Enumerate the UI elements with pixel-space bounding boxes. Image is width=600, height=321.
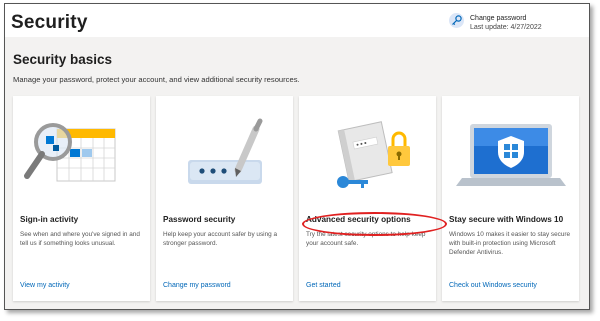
card-advanced-security-options: Advanced security options Try the latest… — [299, 96, 436, 301]
card-description: Try the latest security options to help … — [306, 231, 426, 247]
section-description: Manage your password, protect your accou… — [13, 75, 300, 84]
card-description: See when and where you've signed in and … — [20, 231, 140, 247]
change-my-password-link[interactable]: Change my password — [163, 282, 231, 289]
notebook-lock-key-icon — [299, 96, 436, 206]
key-icon[interactable] — [449, 13, 464, 28]
card-sign-in-activity: Sign-in activity See when and where you'… — [13, 96, 150, 301]
magnifier-calendar-icon — [13, 96, 150, 206]
password-pen-icon — [156, 96, 293, 206]
card-description: Help keep your account safer by using a … — [163, 231, 278, 247]
card-title: Password security — [163, 215, 236, 224]
card-stay-secure-windows-10: Stay secure with Windows 10 Windows 10 m… — [442, 96, 579, 301]
change-password-link[interactable]: Change password — [470, 15, 526, 22]
top-bar: Security Change password Last update: 4/… — [5, 4, 589, 37]
check-out-windows-security-link[interactable]: Check out Windows security — [449, 282, 537, 289]
card-title: Stay secure with Windows 10 — [449, 215, 564, 224]
section-title: Security basics — [13, 52, 113, 67]
laptop-shield-icon — [442, 96, 579, 206]
get-started-link[interactable]: Get started — [306, 282, 341, 289]
security-page: Security Change password Last update: 4/… — [4, 3, 590, 310]
card-password-security: Password security Help keep your account… — [156, 96, 293, 301]
last-update-text: Last update: 4/27/2022 — [470, 24, 542, 31]
card-description: Windows 10 makes it easier to stay secur… — [449, 231, 571, 256]
card-title: Advanced security options — [306, 215, 411, 224]
view-my-activity-link[interactable]: View my activity — [20, 282, 70, 289]
page-title: Security — [11, 12, 88, 33]
card-title: Sign-in activity — [20, 215, 79, 224]
